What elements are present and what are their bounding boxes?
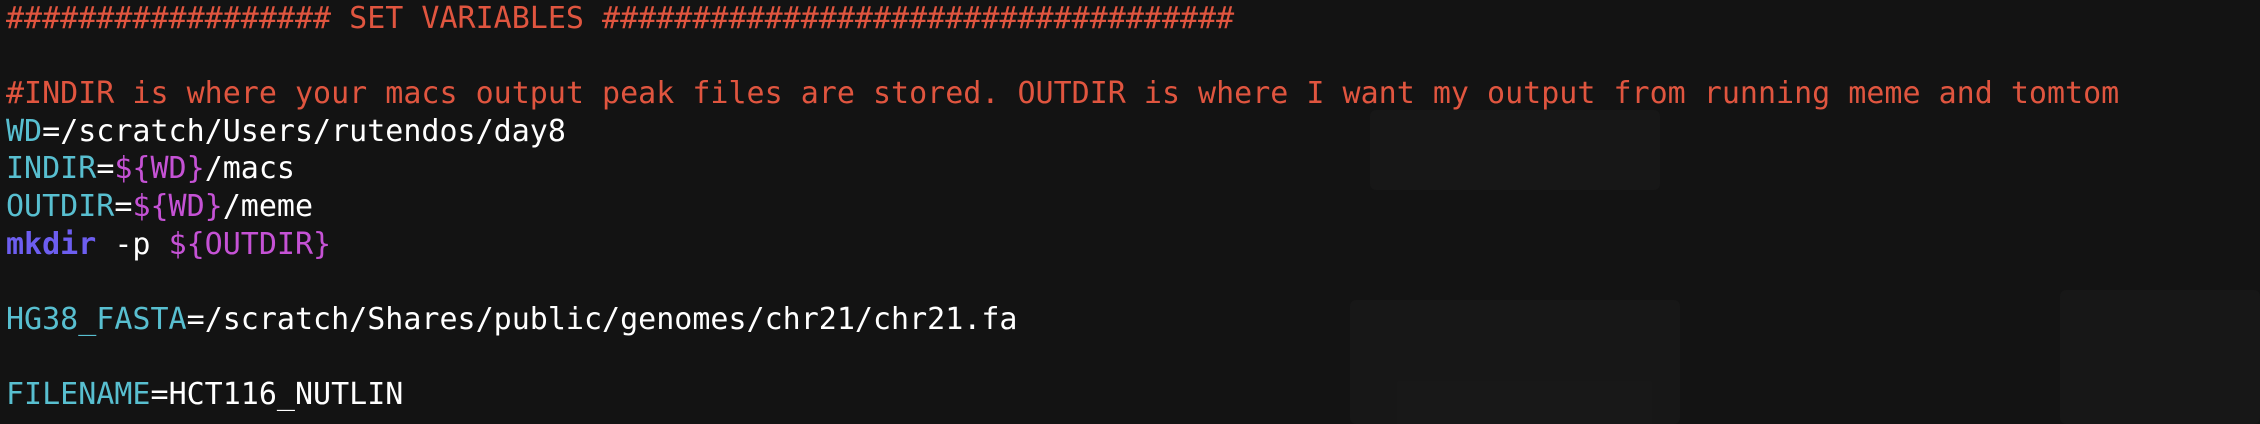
wd-substitution: ${WD}	[114, 151, 205, 187]
equals-sign: =	[114, 188, 133, 224]
indir-value: /macs	[204, 151, 295, 187]
indir-variable: INDIR	[6, 151, 97, 187]
wd-value: /scratch/Users/rutendos/day8	[60, 113, 566, 149]
outdir-variable: OUTDIR	[6, 188, 115, 224]
filename-assignment-line: FILENAME=HCT116_NUTLIN	[6, 376, 2119, 414]
outdir-substitution: ${OUTDIR}	[168, 226, 332, 262]
hg38-value: /scratch/Shares/public/genomes/chr21/chr…	[204, 301, 1018, 337]
code-block: ################## SET VARIABLES #######…	[6, 0, 2119, 414]
wd-variable: WD	[6, 113, 43, 149]
equals-sign: =	[96, 151, 115, 187]
mkdir-command-line: mkdir -p ${OUTDIR}	[6, 226, 2119, 264]
hg38-variable: HG38_FASTA	[6, 301, 187, 337]
equals-sign: =	[186, 301, 205, 337]
outdir-assignment-line: OUTDIR=${WD}/meme	[6, 188, 2119, 226]
hg38-assignment-line: HG38_FASTA=/scratch/Shares/public/genome…	[6, 301, 2119, 339]
wd-assignment-line: WD=/scratch/Users/rutendos/day8	[6, 113, 2119, 151]
indir-assignment-line: INDIR=${WD}/macs	[6, 150, 2119, 188]
filename-value: HCT116_NUTLIN	[168, 376, 404, 412]
equals-sign: =	[42, 113, 61, 149]
mkdir-flag: -p	[96, 226, 169, 262]
wd-substitution: ${WD}	[132, 188, 223, 224]
terminal-window[interactable]: ################## SET VARIABLES #######…	[0, 0, 2260, 424]
section-header-comment: ################## SET VARIABLES #######…	[6, 1, 1235, 36]
filename-variable: FILENAME	[6, 376, 151, 412]
mkdir-command: mkdir	[6, 226, 97, 262]
equals-sign: =	[150, 376, 169, 412]
outdir-value: /meme	[222, 188, 314, 224]
description-comment: #INDIR is where your macs output peak fi…	[6, 76, 2120, 112]
